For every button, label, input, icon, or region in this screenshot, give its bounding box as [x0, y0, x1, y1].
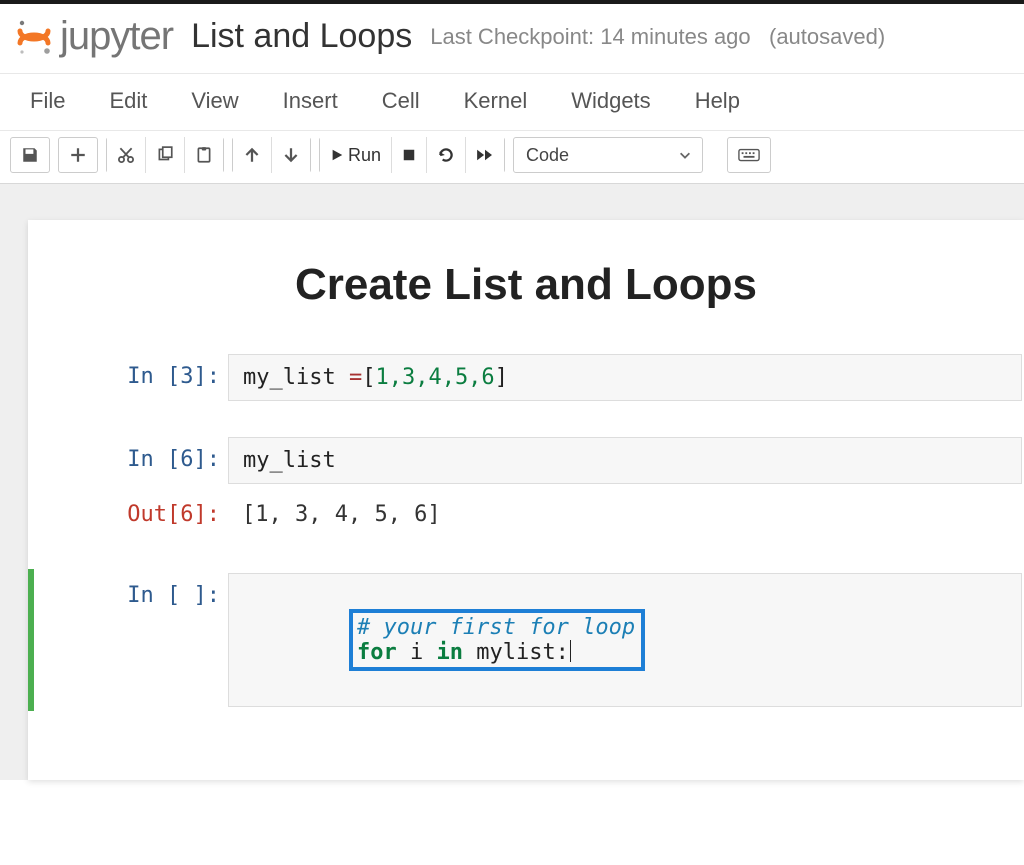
- celltype-selected-label: Code: [526, 145, 569, 166]
- scissors-icon: [117, 146, 135, 164]
- paste-icon: [195, 146, 213, 164]
- paste-button[interactable]: [185, 137, 223, 173]
- menubar: File Edit View Insert Cell Kernel Widget…: [0, 73, 1024, 130]
- save-button[interactable]: [10, 137, 50, 173]
- run-button-group: Run: [319, 137, 505, 173]
- menu-kernel[interactable]: Kernel: [464, 88, 528, 114]
- run-button[interactable]: Run: [320, 137, 392, 173]
- annotation-highlight-box: # your first for loop for i in mylist:: [349, 609, 645, 671]
- output-prompt: Out[6]:: [28, 492, 228, 527]
- code-input-active[interactable]: # your first for loop for i in mylist:: [228, 573, 1022, 707]
- checkpoint-time: 14 minutes ago: [600, 24, 750, 49]
- checkpoint-label: Last Checkpoint: 14 minutes ago (autosav…: [430, 24, 885, 50]
- menu-edit[interactable]: Edit: [109, 88, 147, 114]
- copy-button[interactable]: [146, 137, 185, 173]
- cell-gap: [28, 541, 1024, 569]
- notebook-sheet-bg: Create List and Loops In [3]: my_list =[…: [0, 184, 1024, 780]
- add-cell-button[interactable]: [58, 137, 98, 173]
- cell-output: [1, 3, 4, 5, 6]: [228, 492, 1024, 537]
- move-button-group: [232, 137, 311, 173]
- plus-icon: [69, 146, 87, 164]
- code-input[interactable]: my_list =[1,3,4,5,6]: [228, 354, 1022, 401]
- menu-widgets[interactable]: Widgets: [571, 88, 650, 114]
- jupyter-logo[interactable]: jupyter: [14, 14, 173, 59]
- edit-button-group: [106, 137, 224, 173]
- code-cell-selected[interactable]: In [ ]: # your first for loop for i in m…: [28, 569, 1024, 711]
- arrow-down-icon: [282, 146, 300, 164]
- autosaved-label: (autosaved): [769, 24, 885, 49]
- menu-help[interactable]: Help: [695, 88, 740, 114]
- save-icon: [21, 146, 39, 164]
- jupyter-logo-icon: [14, 17, 54, 57]
- restart-run-all-button[interactable]: [466, 137, 504, 173]
- keyboard-icon: [738, 148, 760, 162]
- checkpoint-prefix: Last Checkpoint:: [430, 24, 600, 49]
- menu-file[interactable]: File: [30, 88, 65, 114]
- arrow-up-icon: [243, 146, 261, 164]
- restart-button[interactable]: [427, 137, 466, 173]
- interrupt-button[interactable]: [392, 137, 427, 173]
- text-cursor: [570, 640, 571, 662]
- menu-insert[interactable]: Insert: [283, 88, 338, 114]
- code-input[interactable]: my_list: [228, 437, 1022, 484]
- code-cell[interactable]: In [6]: my_list: [28, 433, 1024, 488]
- menu-cell[interactable]: Cell: [382, 88, 420, 114]
- menu-view[interactable]: View: [191, 88, 238, 114]
- notebook-title[interactable]: List and Loops: [191, 17, 412, 56]
- stop-icon: [402, 148, 416, 162]
- toolbar: Run Code: [0, 130, 1024, 184]
- notebook-container: Create List and Loops In [3]: my_list =[…: [28, 220, 1024, 780]
- markdown-heading[interactable]: Create List and Loops: [28, 260, 1024, 310]
- input-prompt: In [3]:: [28, 354, 228, 389]
- input-prompt: In [ ]:: [34, 573, 228, 608]
- cell-gap: [28, 405, 1024, 433]
- input-prompt: In [6]:: [28, 437, 228, 472]
- fast-forward-icon: [476, 148, 494, 162]
- cut-button[interactable]: [107, 137, 146, 173]
- header: jupyter List and Loops Last Checkpoint: …: [0, 4, 1024, 73]
- code-cell[interactable]: In [3]: my_list =[1,3,4,5,6]: [28, 350, 1024, 405]
- command-palette-button[interactable]: [727, 137, 771, 173]
- output-row: Out[6]: [1, 3, 4, 5, 6]: [28, 488, 1024, 541]
- play-icon: [330, 148, 344, 162]
- chevron-down-icon: [678, 148, 692, 162]
- refresh-icon: [437, 146, 455, 164]
- move-down-button[interactable]: [272, 137, 310, 173]
- celltype-select[interactable]: Code: [513, 137, 703, 173]
- run-button-label: Run: [348, 145, 381, 166]
- jupyter-logo-text: jupyter: [60, 14, 173, 59]
- move-up-button[interactable]: [233, 137, 272, 173]
- copy-icon: [156, 146, 174, 164]
